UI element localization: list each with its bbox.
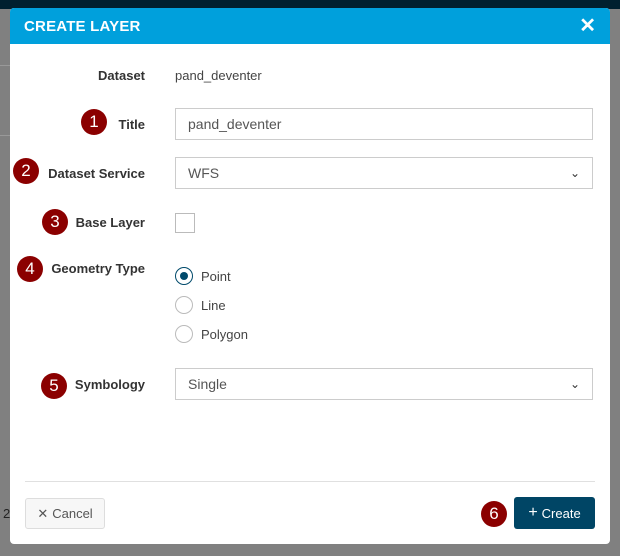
- dialog-header: CREATE LAYER ✕: [10, 8, 610, 44]
- dataset-label: Dataset: [98, 68, 145, 83]
- symbology-select[interactable]: Single ⌄: [175, 368, 593, 400]
- cancel-label: Cancel: [52, 506, 93, 521]
- close-icon[interactable]: ✕: [579, 16, 596, 36]
- dataset-service-select[interactable]: WFS ⌄: [175, 157, 593, 189]
- base-layer-label: Base Layer: [75, 215, 145, 230]
- step-badge-3: 3: [42, 209, 68, 235]
- geometry-radio-polygon[interactable]: Polygon: [175, 325, 248, 343]
- chevron-down-icon: ⌄: [569, 377, 580, 391]
- footer-divider: [25, 481, 595, 482]
- create-layer-dialog: CREATE LAYER ✕ Dataset pand_deventer Tit…: [10, 8, 610, 544]
- radio-label: Line: [201, 297, 226, 313]
- title-input-value: pand_deventer: [188, 116, 282, 132]
- step-badge-5: 5: [41, 373, 67, 399]
- background-divider: [0, 65, 10, 66]
- radio-icon: [175, 296, 193, 314]
- radio-icon: [175, 325, 193, 343]
- base-layer-checkbox[interactable]: [175, 213, 195, 233]
- cancel-button[interactable]: ✕ Cancel: [25, 498, 105, 529]
- symbology-value: Single: [188, 376, 227, 392]
- chevron-down-icon: ⌄: [569, 166, 580, 180]
- symbology-label: Symbology: [74, 377, 145, 392]
- create-label: Create: [541, 505, 581, 521]
- title-input[interactable]: pand_deventer: [175, 108, 593, 140]
- geometry-type-label: Geometry Type: [51, 261, 145, 276]
- dataset-value: pand_deventer: [175, 68, 262, 83]
- radio-selected-icon: [175, 267, 193, 285]
- radio-label: Polygon: [201, 326, 248, 342]
- dataset-service-label: Dataset Service: [48, 166, 145, 181]
- step-badge-4: 4: [17, 256, 43, 282]
- radio-label: Point: [201, 268, 231, 284]
- dialog-title: CREATE LAYER: [24, 17, 141, 35]
- step-badge-1: 1: [81, 109, 107, 135]
- geometry-radio-point[interactable]: Point: [175, 267, 231, 285]
- close-icon: ✕: [37, 505, 49, 521]
- title-label: Title: [118, 117, 146, 132]
- dataset-service-value: WFS: [188, 165, 220, 181]
- geometry-radio-line[interactable]: Line: [175, 296, 226, 314]
- background-divider: [0, 135, 10, 136]
- step-badge-2: 2: [13, 158, 39, 184]
- plus-icon: +: [528, 504, 538, 521]
- step-badge-6: 6: [481, 501, 507, 527]
- create-button[interactable]: + Create: [514, 497, 595, 529]
